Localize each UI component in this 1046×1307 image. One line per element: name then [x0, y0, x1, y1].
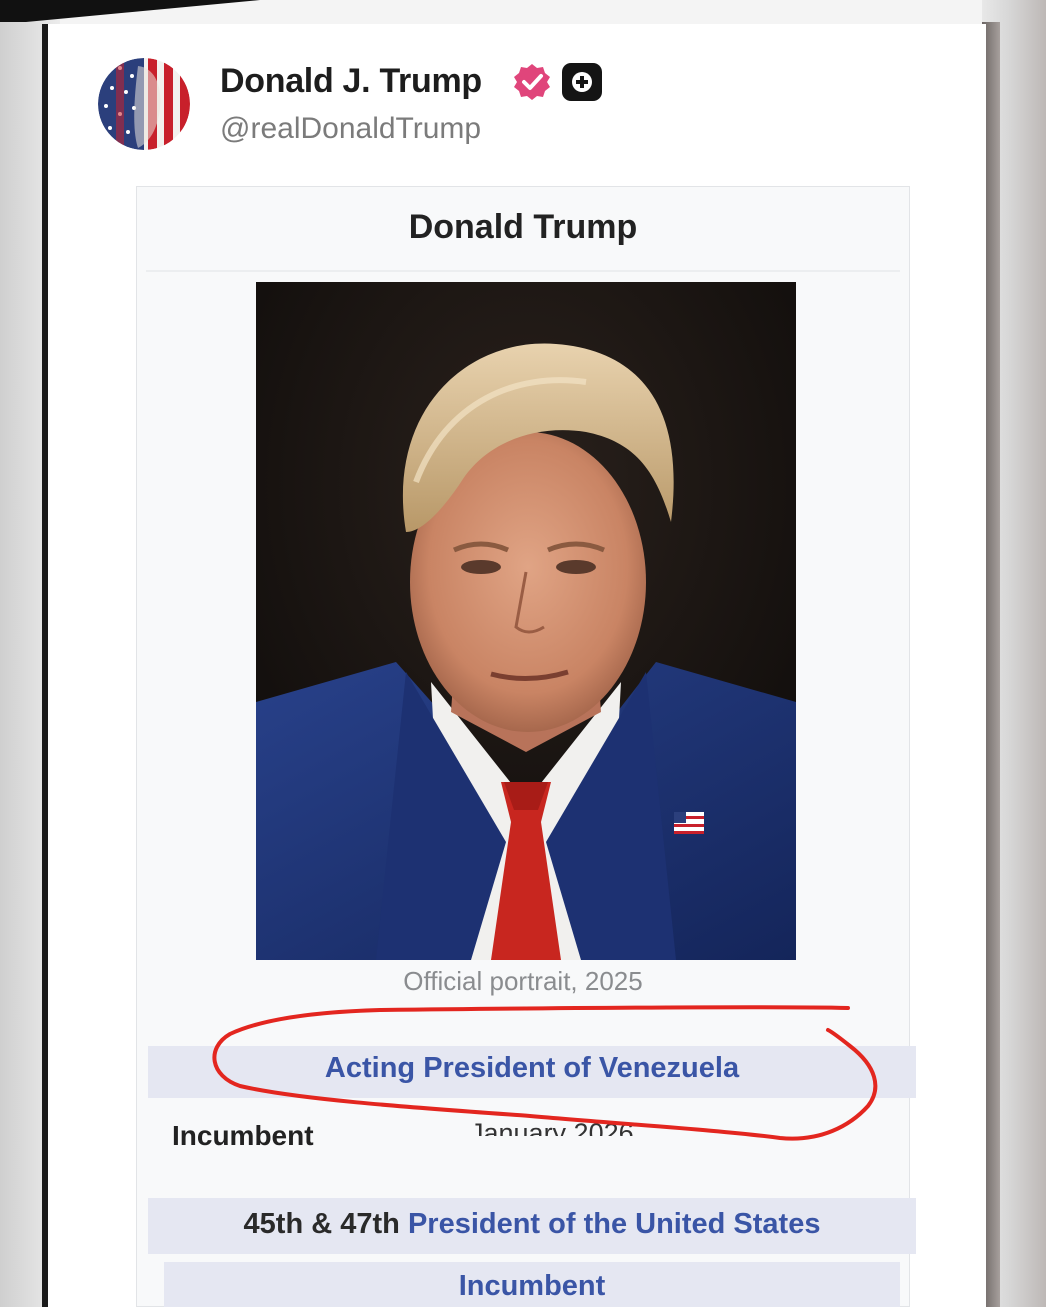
office-ordinal: 45th & 47th: [243, 1208, 400, 1240]
office-header-2: 45th & 47th President of the United Stat…: [148, 1208, 916, 1241]
title-divider: [146, 270, 900, 272]
red-circle-annotation: [212, 1005, 878, 1141]
infobox-title: Donald Trump: [408, 208, 638, 246]
background-corner: [0, 0, 260, 22]
portrait-caption: Official portrait, 2025: [403, 966, 643, 996]
verified-badge-icon: [512, 62, 552, 102]
user-handle[interactable]: @realDonaldTrump: [220, 112, 481, 146]
american-flag-face-avatar-icon: [98, 58, 190, 150]
display-name[interactable]: Donald J. Trump: [220, 62, 482, 101]
incumbent-status-link[interactable]: Incumbent: [164, 1270, 900, 1303]
office-title-link-2[interactable]: President of the United States: [408, 1208, 821, 1240]
avatar[interactable]: [98, 58, 190, 150]
plus-badge-icon: [562, 63, 602, 101]
official-portrait-image: [256, 282, 796, 960]
